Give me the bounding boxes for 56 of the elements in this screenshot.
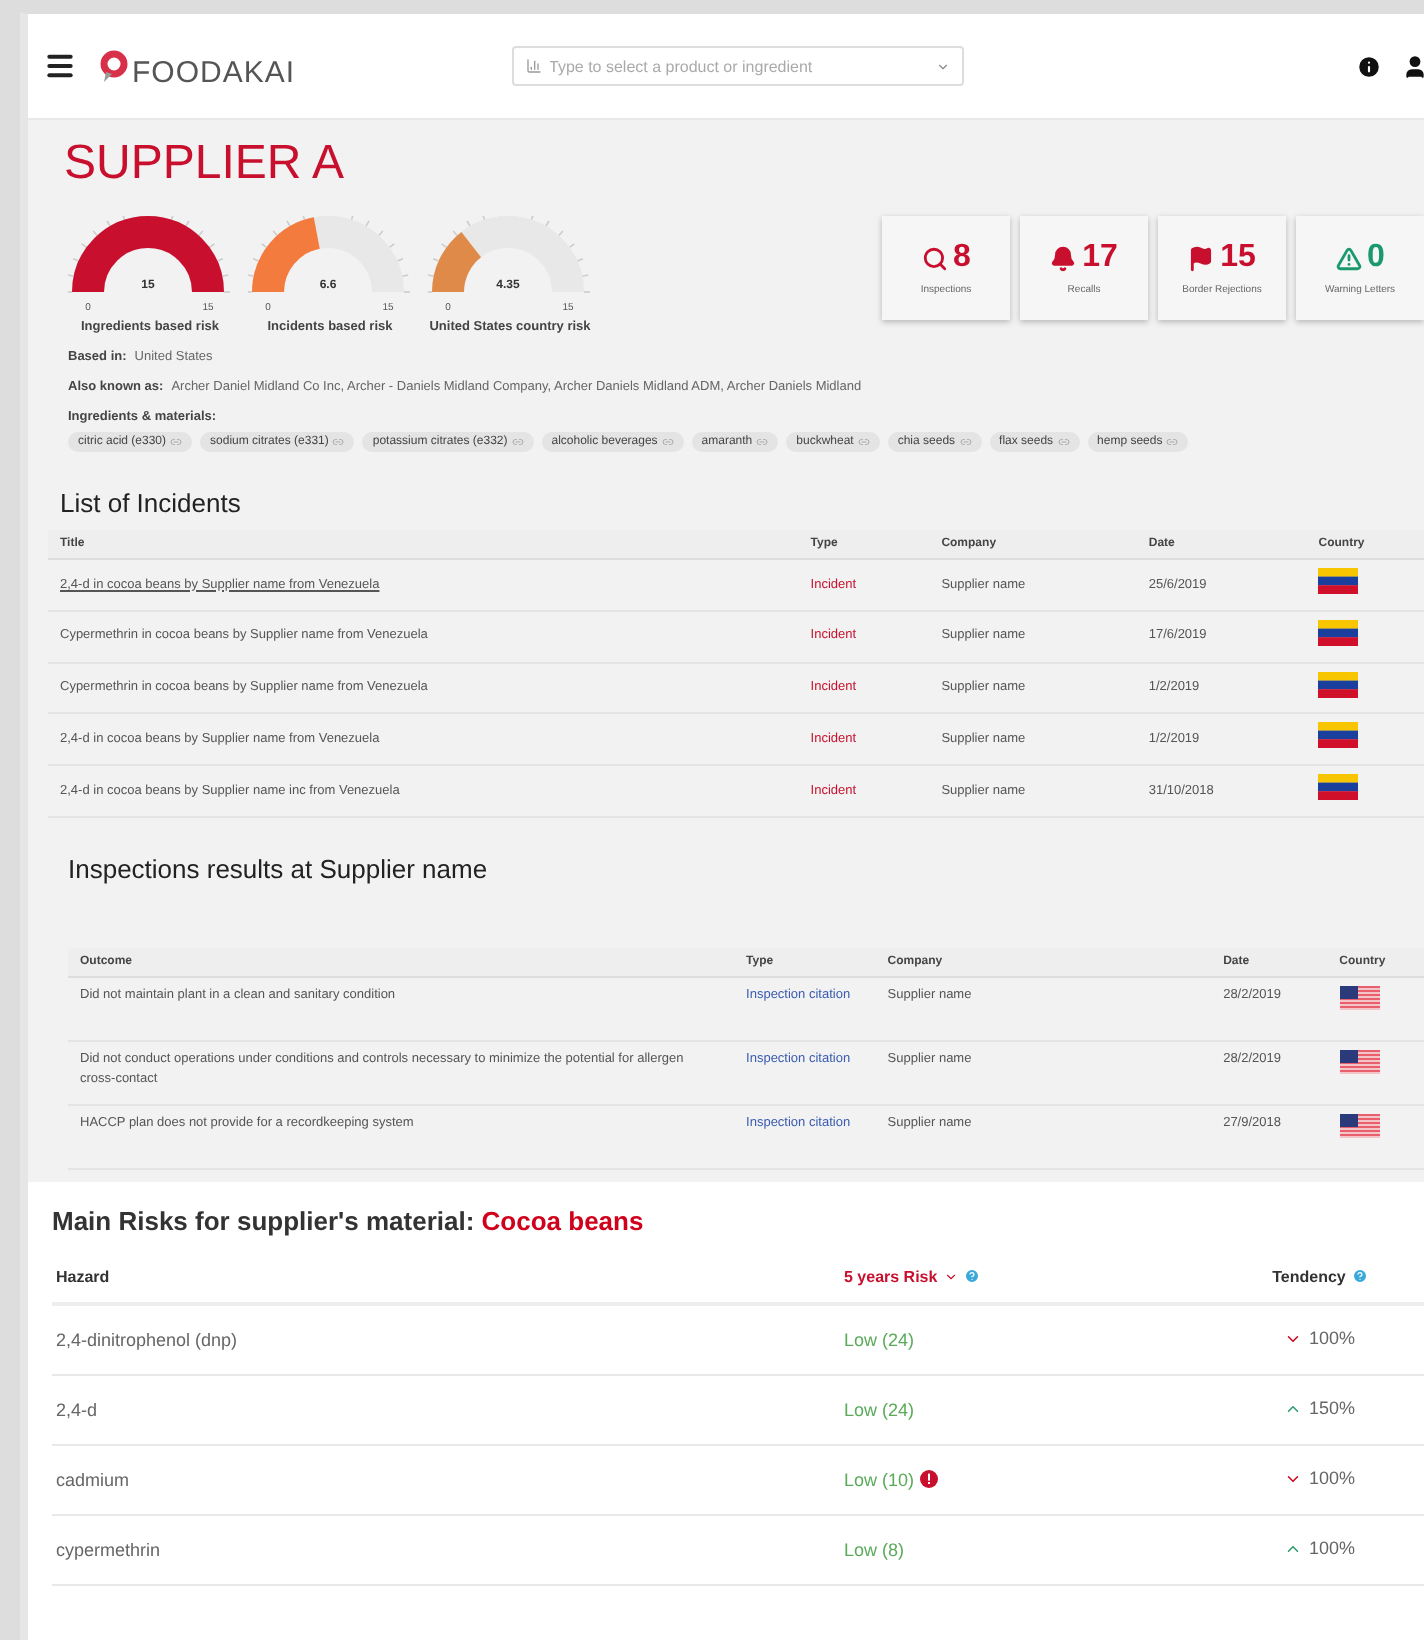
link-icon bbox=[332, 436, 345, 448]
stat-value: 0 bbox=[1367, 240, 1385, 276]
stat-value: 8 bbox=[953, 240, 971, 276]
link-icon bbox=[511, 436, 524, 448]
chart-icon bbox=[525, 58, 542, 74]
info-icon[interactable] bbox=[1356, 53, 1382, 79]
risk-level: Low (24) bbox=[844, 1329, 915, 1350]
tendency-value: 150% bbox=[1308, 1398, 1356, 1418]
flag-icon bbox=[1318, 568, 1359, 594]
logo-text: FOODAKAI bbox=[132, 55, 296, 89]
menu-icon[interactable] bbox=[44, 50, 76, 82]
search-icon bbox=[921, 245, 948, 271]
flag-icon bbox=[1339, 985, 1380, 1010]
sort-header[interactable]: 5 years Risk bbox=[844, 1267, 938, 1286]
stat-value: 17 bbox=[1082, 240, 1118, 276]
flag-icon bbox=[1188, 245, 1215, 271]
table-cell: 2,4-dinitrophenol (dnp) bbox=[52, 1303, 840, 1375]
link-icon bbox=[661, 436, 674, 448]
risk-level: Low (24) bbox=[844, 1399, 915, 1420]
table-cell: 2,4-d bbox=[52, 1374, 840, 1445]
bell-icon bbox=[1050, 245, 1077, 271]
help-icon[interactable] bbox=[963, 1268, 980, 1285]
table-cell: cadmium bbox=[52, 1444, 840, 1515]
section-title: List of Incidents bbox=[60, 488, 243, 518]
risk-level: Low (8) bbox=[844, 1539, 905, 1560]
column-header: Hazard bbox=[52, 1251, 840, 1304]
link-icon bbox=[1057, 436, 1070, 448]
link-icon bbox=[756, 436, 769, 448]
search-field[interactable]: Type to select a product or ingredient bbox=[511, 46, 964, 86]
user-icon[interactable] bbox=[1402, 53, 1424, 79]
flag-icon bbox=[1318, 619, 1359, 646]
table-cell: cypermethrin bbox=[52, 1514, 840, 1585]
tendency-value: 100% bbox=[1308, 1468, 1356, 1488]
flag-icon bbox=[1318, 671, 1359, 697]
caret-icon bbox=[935, 59, 950, 73]
flag-icon bbox=[1318, 722, 1359, 749]
section-title: Inspections results at Supplier name bbox=[68, 853, 490, 884]
flag-icon bbox=[1318, 774, 1359, 800]
link-icon bbox=[857, 436, 870, 448]
risk-level: Low (10) bbox=[844, 1469, 915, 1490]
warning-icon bbox=[1335, 245, 1362, 271]
column-header: Tendency bbox=[1272, 1267, 1346, 1286]
flag-icon bbox=[1339, 1113, 1380, 1138]
stat-value: 15 bbox=[1220, 240, 1256, 276]
help-icon[interactable] bbox=[1351, 1268, 1368, 1285]
section-title: Main Risks for supplier's material: Cocoa beans bbox=[52, 1205, 646, 1236]
sort-icon bbox=[943, 1269, 958, 1284]
search-input[interactable]: Type to select a product or ingredient bbox=[549, 57, 928, 75]
link-icon bbox=[1166, 436, 1179, 448]
link-icon bbox=[170, 436, 183, 448]
logo-icon bbox=[100, 50, 128, 82]
tendency-value: 100% bbox=[1308, 1538, 1356, 1558]
flag-icon bbox=[1339, 1049, 1380, 1074]
link-icon bbox=[959, 436, 972, 448]
supplier-name: SUPPLIER A bbox=[64, 136, 347, 192]
tendency-value: 100% bbox=[1308, 1328, 1356, 1348]
